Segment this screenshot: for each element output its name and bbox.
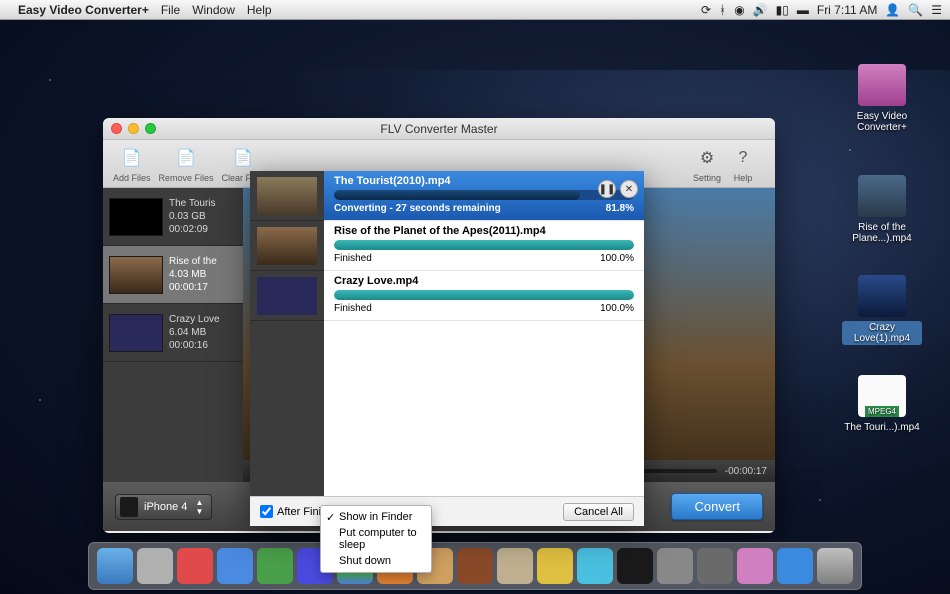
- dock-app[interactable]: [257, 548, 293, 584]
- progress-filename: Rise of the Planet of the Apes(2011).mp4: [334, 225, 634, 237]
- progress-percent: 100.0%: [600, 303, 634, 314]
- progress-percent: 81.8%: [606, 203, 634, 214]
- minimize-button[interactable]: [128, 123, 139, 134]
- flag-icon[interactable]: ▬: [797, 3, 809, 17]
- file-sidebar: The Touris0.03 GB00:02:09 Rise of the4.0…: [103, 188, 243, 482]
- file-thumbnail: [109, 256, 163, 294]
- progress-filename: Crazy Love.mp4: [334, 275, 634, 287]
- zoom-button[interactable]: [145, 123, 156, 134]
- menu-window[interactable]: Window: [192, 3, 235, 17]
- wifi-icon[interactable]: ◉: [734, 3, 744, 17]
- device-icon: [120, 497, 138, 517]
- spotlight-icon[interactable]: 🔍: [908, 3, 923, 17]
- dock-finder[interactable]: [97, 548, 133, 584]
- progress-thumb: [250, 171, 324, 221]
- pause-icon[interactable]: ❚❚: [598, 180, 616, 198]
- menu-item-shutdown[interactable]: Shut down: [321, 553, 431, 569]
- desktop-icon-label: Rise of the Plane...).mp4: [842, 221, 922, 245]
- volume-icon[interactable]: 🔊: [753, 3, 768, 17]
- output-device-select[interactable]: iPhone 4 ▲▼: [115, 494, 212, 520]
- app-menu[interactable]: Easy Video Converter+: [18, 3, 149, 17]
- dock-app[interactable]: [537, 548, 573, 584]
- menu-help[interactable]: Help: [247, 3, 272, 17]
- dock-app[interactable]: [697, 548, 733, 584]
- sidebar-file-item[interactable]: The Touris0.03 GB00:02:09: [103, 188, 243, 246]
- dock-app[interactable]: [457, 548, 493, 584]
- desktop-icon-video[interactable]: MPEG4 The Touri...).mp4: [842, 375, 922, 434]
- progress-status: Converting - 27 seconds remaining: [334, 203, 501, 214]
- user-icon[interactable]: 👤: [885, 3, 900, 17]
- window-title: FLV Converter Master: [380, 122, 497, 136]
- menubar: Easy Video Converter+ File Window Help ⟳…: [0, 0, 950, 20]
- progress-item[interactable]: Rise of the Planet of the Apes(2011).mp4…: [324, 221, 644, 271]
- menu-item-show-in-finder[interactable]: Show in Finder: [321, 509, 431, 525]
- desktop-icon-label: Crazy Love(1).mp4: [842, 321, 922, 345]
- dock-app[interactable]: [577, 548, 613, 584]
- progress-status: Finished: [334, 303, 372, 314]
- dock-app[interactable]: [737, 548, 773, 584]
- after-finish-checkbox[interactable]: [260, 505, 273, 518]
- dock-app[interactable]: [497, 548, 533, 584]
- cancel-icon[interactable]: ✕: [620, 180, 638, 198]
- sidebar-file-item[interactable]: Crazy Love6.04 MB00:00:16: [103, 304, 243, 362]
- desktop-icon-video[interactable]: Crazy Love(1).mp4: [842, 275, 922, 345]
- dock-app[interactable]: [137, 548, 173, 584]
- dock-app[interactable]: [177, 548, 213, 584]
- dock-terminal[interactable]: [617, 548, 653, 584]
- help-button[interactable]: ?Help: [729, 145, 757, 183]
- progress-item[interactable]: Crazy Love.mp4 Finished 100.0%: [324, 271, 644, 321]
- progress-status: Finished: [334, 253, 372, 264]
- after-finish-menu: Show in Finder Put computer to sleep Shu…: [320, 505, 432, 573]
- setting-button[interactable]: ⚙Setting: [693, 145, 721, 183]
- sync-icon[interactable]: ⟳: [701, 3, 711, 17]
- progress-filename: The Tourist(2010).mp4: [334, 175, 634, 187]
- add-files-button[interactable]: 📄Add Files: [113, 145, 151, 183]
- remove-files-button[interactable]: 📄Remove Files: [159, 145, 214, 183]
- convert-button[interactable]: Convert: [671, 493, 763, 520]
- progress-footer: After Finish Cancel All: [250, 496, 644, 526]
- dock-app[interactable]: [777, 548, 813, 584]
- menubar-clock[interactable]: Fri 7:11 AM: [817, 3, 877, 17]
- progress-list: The Tourist(2010).mp4 Converting - 27 se…: [324, 171, 644, 496]
- notification-icon[interactable]: ☰: [931, 3, 942, 17]
- dock-app[interactable]: [657, 548, 693, 584]
- close-button[interactable]: [111, 123, 122, 134]
- desktop-icon-label: The Touri...).mp4: [842, 421, 922, 434]
- cancel-all-button[interactable]: Cancel All: [563, 503, 634, 521]
- file-thumbnail: [109, 198, 163, 236]
- progress-percent: 100.0%: [600, 253, 634, 264]
- progress-item[interactable]: The Tourist(2010).mp4 Converting - 27 se…: [324, 171, 644, 221]
- progress-thumbnails: [250, 171, 324, 496]
- progress-thumb: [250, 271, 324, 321]
- dock-trash[interactable]: [817, 548, 853, 584]
- bluetooth-icon[interactable]: ᚼ: [719, 3, 726, 17]
- titlebar[interactable]: FLV Converter Master: [103, 118, 775, 140]
- menu-item-sleep[interactable]: Put computer to sleep: [321, 525, 431, 553]
- desktop-icon-label: Easy Video Converter+: [842, 110, 922, 134]
- dock-app[interactable]: [217, 548, 253, 584]
- sidebar-file-item[interactable]: Rise of the4.03 MB00:00:17: [103, 246, 243, 304]
- dock: [88, 542, 862, 590]
- time-remaining: -00:00:17: [725, 466, 767, 477]
- desktop-icon-video[interactable]: Rise of the Plane...).mp4: [842, 175, 922, 245]
- conversion-progress-panel: The Tourist(2010).mp4 Converting - 27 se…: [250, 171, 644, 526]
- progress-thumb: [250, 221, 324, 271]
- menu-file[interactable]: File: [161, 3, 180, 17]
- battery-icon[interactable]: ▮▯: [776, 3, 789, 17]
- desktop-icon-app[interactable]: Easy Video Converter+: [842, 64, 922, 134]
- file-thumbnail: [109, 314, 163, 352]
